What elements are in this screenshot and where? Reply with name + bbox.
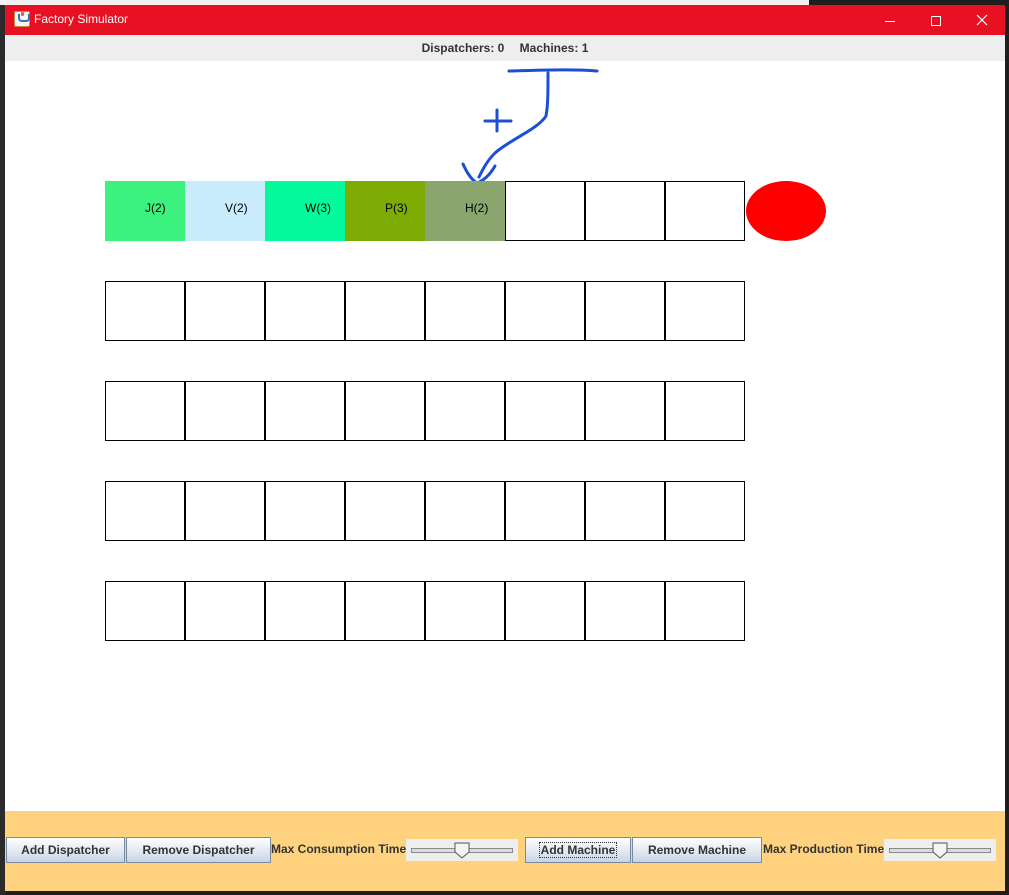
queue-slot-empty (425, 481, 505, 541)
maximize-icon (931, 16, 941, 27)
queue-slot-empty (345, 581, 425, 641)
queue-slot-empty (265, 381, 345, 441)
queue-slot-empty (505, 181, 585, 241)
queue-slot-empty (505, 381, 585, 441)
title-bar[interactable]: Factory Simulator (5, 5, 1005, 35)
machine-indicator (746, 181, 826, 241)
queue-slot-empty (665, 281, 745, 341)
close-button[interactable] (959, 5, 1005, 35)
close-icon (976, 14, 988, 26)
queue-job: P(3) (345, 181, 425, 241)
window-title: Factory Simulator (34, 12, 129, 26)
queue-job: V(2) (185, 181, 265, 241)
job-label: P(3) (385, 201, 408, 215)
max-consumption-time-label: Max Consumption Time (271, 842, 407, 856)
status-bar: Dispatchers: 0 Machines: 1 (5, 35, 1005, 61)
queue-slot-empty (665, 481, 745, 541)
remove-dispatcher-button[interactable]: Remove Dispatcher (126, 837, 271, 863)
job-label: V(2) (225, 201, 248, 215)
queue-slot-empty (185, 481, 265, 541)
queue-slot-empty (425, 281, 505, 341)
queue-slot-empty (585, 581, 665, 641)
queue-slot-empty (585, 481, 665, 541)
minimize-button[interactable] (867, 5, 913, 35)
slider-thumb[interactable] (454, 842, 470, 859)
slider-thumb[interactable] (932, 842, 948, 859)
add-dispatcher-button[interactable]: Add Dispatcher (6, 837, 125, 863)
queue-slot-empty (345, 481, 425, 541)
controls-panel: Add Dispatcher Remove Dispatcher Max Con… (5, 811, 1005, 891)
simulation-canvas: J(2) V(2) W(3) P(3) H(2) (5, 61, 1005, 811)
annotation-plus (483, 108, 513, 133)
queue-slot-empty (585, 281, 665, 341)
queue-job: H(2) (425, 181, 505, 241)
max-production-time-label: Max Production Time (763, 842, 885, 856)
queue-slot-empty (585, 381, 665, 441)
queue-slot-empty (665, 581, 745, 641)
queue-slot-empty (105, 581, 185, 641)
queue-slot-empty (265, 581, 345, 641)
max-consumption-time-slider[interactable] (406, 839, 518, 861)
queue-slot-empty (505, 481, 585, 541)
annotation-bracket (507, 68, 599, 73)
queue-slot-empty (265, 481, 345, 541)
queue-slot-empty (105, 281, 185, 341)
queue-slot-empty (105, 381, 185, 441)
queue-slot-empty (665, 381, 745, 441)
queue-slot-empty (665, 181, 745, 241)
queue-slot-empty (345, 281, 425, 341)
queue-job: J(2) (105, 181, 185, 241)
add-machine-button[interactable]: Add Machine (525, 837, 631, 863)
app-window: Factory Simulator Dispatchers: 0 Machine… (5, 5, 1005, 891)
machine-count: Machines: 1 (519, 41, 589, 55)
queue-slot-empty (505, 581, 585, 641)
job-label: W(3) (305, 201, 331, 215)
queue-job: W(3) (265, 181, 345, 241)
java-app-icon (14, 11, 30, 27)
queue-slot-empty (585, 181, 665, 241)
job-label: J(2) (145, 201, 166, 215)
queue-slot-empty (185, 281, 265, 341)
queue-slot-empty (185, 381, 265, 441)
remove-machine-button[interactable]: Remove Machine (632, 837, 762, 863)
queue-slot-empty (265, 281, 345, 341)
queue-slot-empty (345, 381, 425, 441)
queue-slot-empty (105, 481, 185, 541)
job-label: H(2) (465, 201, 489, 215)
maximize-button[interactable] (913, 5, 959, 35)
queue-slot-empty (425, 581, 505, 641)
annotation-arrow-line (477, 71, 550, 179)
max-production-time-slider[interactable] (884, 839, 996, 861)
queue-slot-empty (505, 281, 585, 341)
dispatcher-count: Dispatchers: 0 (421, 41, 505, 55)
queue-slot-empty (425, 381, 505, 441)
queue-slot-empty (185, 581, 265, 641)
minimize-icon (885, 20, 895, 22)
